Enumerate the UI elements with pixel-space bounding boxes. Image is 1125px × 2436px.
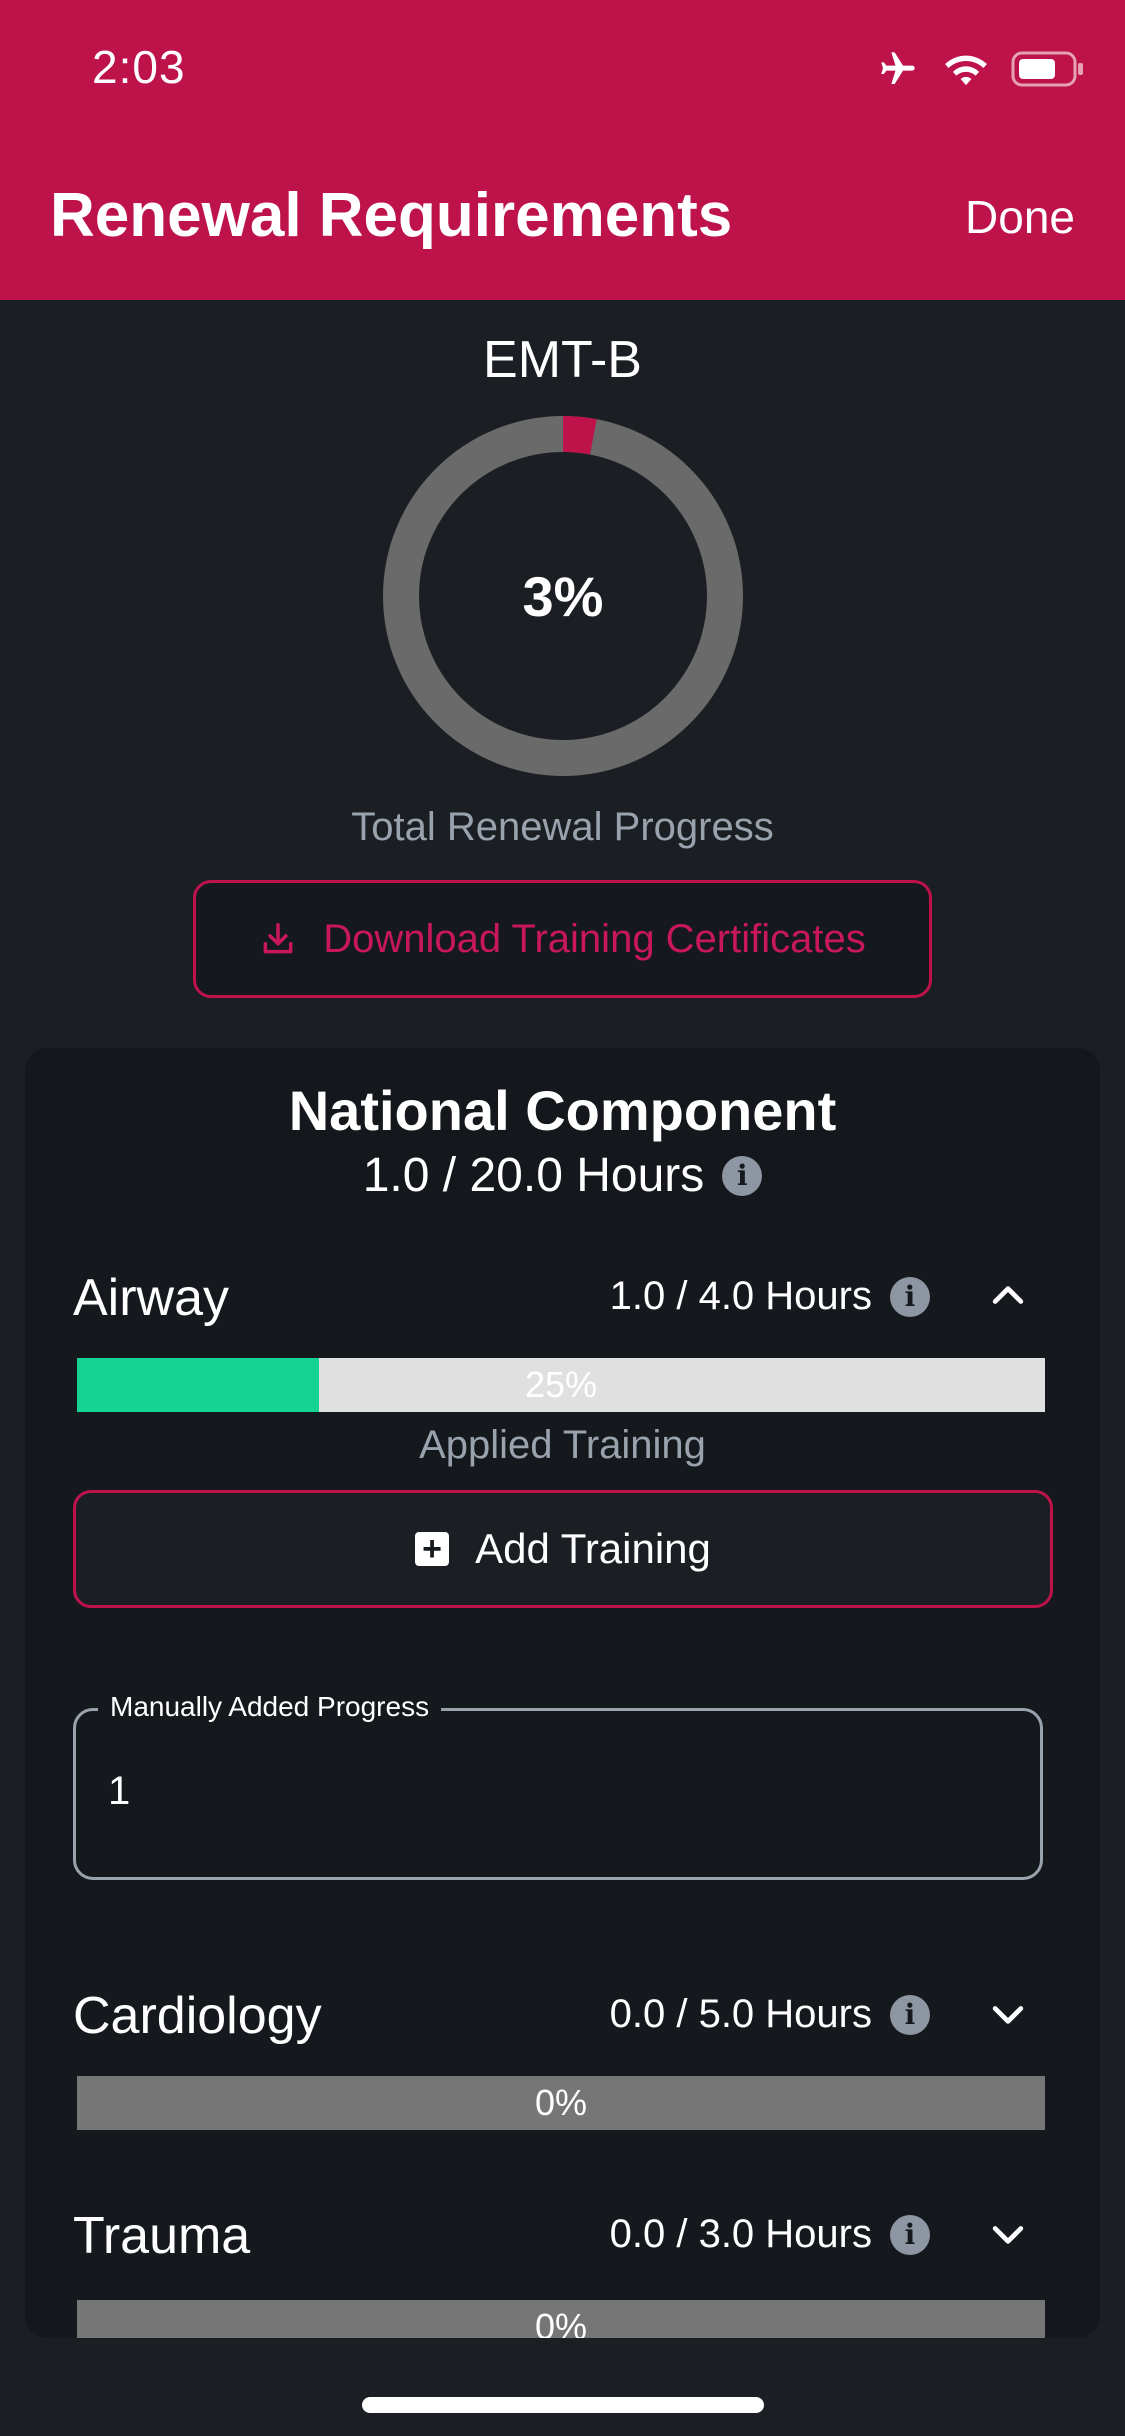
download-certificates-button[interactable]: Download Training Certificates xyxy=(193,880,932,998)
status-time: 2:03 xyxy=(92,41,186,93)
app-header: 2:03 Renewal Requirements Done xyxy=(0,0,1125,300)
section-hours-value: 1.0 / 4.0 Hours xyxy=(609,1274,872,1318)
section-hours: 1.0 / 4.0 Hours i xyxy=(610,1274,930,1319)
applied-training-label: Applied Training xyxy=(419,1423,706,1467)
manual-progress-field[interactable]: Manually Added Progress xyxy=(73,1691,1043,1880)
download-icon xyxy=(263,923,293,954)
section-trauma: Trauma 0.0 / 3.0 Hours i 0% xyxy=(45,2176,1080,2338)
info-icon[interactable]: i xyxy=(890,1994,930,2035)
wifi-icon xyxy=(945,55,987,86)
national-component-card: National Component 1.0 / 20.0 Hours i Ai… xyxy=(25,1048,1100,2338)
certification-title: EMT-B xyxy=(483,331,642,389)
manual-progress-label: Manually Added Progress xyxy=(98,1691,442,1723)
download-certificates-label: Download Training Certificates xyxy=(323,916,866,961)
component-hours: 1.0 / 20.0 Hours i xyxy=(25,1148,1100,1203)
info-icon[interactable]: i xyxy=(890,2214,930,2255)
add-training-label: Add Training xyxy=(475,1525,711,1572)
plus-square-icon: + xyxy=(415,1532,450,1566)
progress-label: 25% xyxy=(524,1364,598,1405)
section-hours: 0.0 / 3.0 Hours i xyxy=(610,2212,930,2257)
section-progress-bar: 25% xyxy=(77,1358,1045,1412)
progress-label: 0% xyxy=(534,2082,588,2123)
section-hours-value: 0.0 / 3.0 Hours xyxy=(609,2212,872,2256)
info-icon[interactable]: i xyxy=(722,1155,763,1196)
chevron-down-icon[interactable] xyxy=(986,2212,1030,2256)
section-hours-value: 0.0 / 5.0 Hours xyxy=(609,1992,872,2036)
section-airway: Airway 1.0 / 4.0 Hours i 25% Applied Tra… xyxy=(45,1238,1080,1933)
battery-icon xyxy=(1011,51,1083,87)
home-indicator[interactable] xyxy=(362,2397,764,2413)
status-icons xyxy=(875,44,1085,94)
add-training-button[interactable]: + Add Training xyxy=(73,1490,1053,1608)
done-button[interactable]: Done xyxy=(965,190,1075,244)
section-name: Cardiology xyxy=(73,1987,322,2045)
section-cardiology: Cardiology 0.0 / 5.0 Hours i 0% xyxy=(45,1950,1080,2170)
section-name: Trauma xyxy=(73,2207,251,2265)
bottom-safe-area xyxy=(0,2338,1125,2436)
section-name: Airway xyxy=(73,1269,230,1327)
section-progress-bar: 0% xyxy=(77,2076,1045,2130)
info-icon[interactable]: i xyxy=(890,1276,930,1317)
page-title: Renewal Requirements xyxy=(50,181,733,250)
component-hours-value: 1.0 / 20.0 Hours xyxy=(362,1149,705,1202)
total-progress-label: Total Renewal Progress xyxy=(351,805,774,849)
section-progress-bar: 0% xyxy=(77,2300,1045,2338)
total-progress-percent: 3% xyxy=(522,564,604,628)
section-hours: 0.0 / 5.0 Hours i xyxy=(610,1992,930,2037)
chevron-down-icon[interactable] xyxy=(986,1992,1030,2036)
chevron-up-icon[interactable] xyxy=(986,1274,1030,1318)
component-title: National Component xyxy=(288,1079,837,1142)
manual-progress-input[interactable] xyxy=(108,1769,1008,1814)
progress-label: 0% xyxy=(534,2306,588,2338)
airplane-icon xyxy=(881,52,915,84)
